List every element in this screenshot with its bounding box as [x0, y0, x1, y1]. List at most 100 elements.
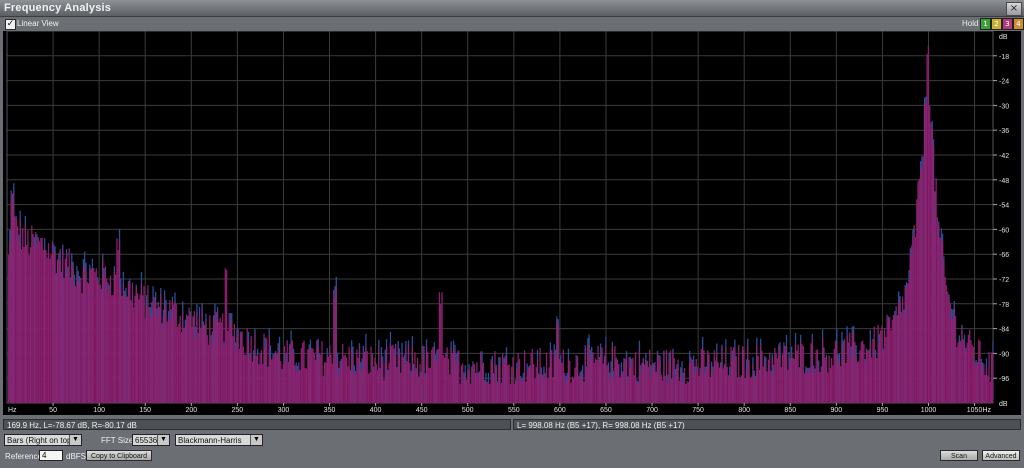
- bar-left: [481, 362, 483, 403]
- bar-left: [873, 326, 875, 403]
- bar-left: [330, 354, 332, 403]
- bar-left: [27, 230, 29, 403]
- fft-size-select[interactable]: 65536 ▼: [132, 434, 170, 446]
- bar-left: [276, 352, 278, 403]
- bar-left: [413, 370, 415, 403]
- bar-left: [64, 258, 66, 403]
- bar-left: [638, 349, 641, 403]
- chevron-down-icon[interactable]: ▼: [69, 435, 81, 445]
- bar-left: [464, 373, 466, 403]
- bar-left: [304, 367, 306, 403]
- bar-left: [867, 350, 869, 403]
- bar-left: [890, 330, 892, 403]
- bar-left: [694, 373, 696, 403]
- spectrum-chart[interactable]: dB -18 -24 -30 -36 -42 -48 -54 -60 -66 -72 -78 -84 -9…: [3, 31, 1021, 415]
- x-tick-label: 450: [416, 407, 428, 414]
- bar-left: [576, 358, 579, 403]
- bar-left: [477, 372, 479, 403]
- bar-left: [193, 311, 195, 403]
- bar-left: [954, 316, 957, 403]
- bar-left: [418, 376, 420, 403]
- advanced-button[interactable]: Advanced: [982, 450, 1020, 461]
- bar-left: [758, 369, 761, 403]
- bar-left: [278, 345, 281, 403]
- bar-left: [716, 352, 718, 403]
- bar-left: [975, 366, 977, 403]
- bar-left: [534, 379, 536, 403]
- bar-left: [299, 369, 301, 403]
- bar-left: [561, 362, 563, 403]
- bar-left: [458, 350, 460, 403]
- bar-left: [793, 358, 795, 403]
- bar-left: [778, 344, 780, 403]
- bar-left: [738, 344, 740, 403]
- bar-left: [552, 377, 554, 403]
- reference-input[interactable]: 4: [39, 450, 63, 461]
- bar-left: [151, 313, 153, 403]
- copy-to-clipboard-button[interactable]: Copy to Clipboard: [86, 450, 152, 461]
- window-function-select[interactable]: Blackmann-Harris ▼: [175, 434, 263, 446]
- bar-left: [535, 366, 537, 403]
- y-tick-label: -48: [999, 178, 1009, 185]
- bar-left: [796, 350, 798, 403]
- bar-left: [650, 376, 652, 403]
- bar-left: [633, 375, 635, 403]
- bar-left: [658, 355, 660, 403]
- bar-left: [652, 370, 655, 403]
- linear-view-checkbox[interactable]: ✓: [5, 19, 16, 30]
- bar-left: [46, 257, 48, 403]
- bar-left: [249, 358, 251, 403]
- bar-left: [232, 335, 234, 403]
- bar-left: [547, 377, 549, 403]
- close-icon[interactable]: ×: [1006, 2, 1022, 16]
- bar-left: [149, 317, 152, 403]
- bar-left: [885, 336, 887, 403]
- chevron-down-icon[interactable]: ▼: [157, 435, 169, 445]
- bar-left: [478, 373, 481, 403]
- scan-button[interactable]: Scan: [940, 450, 978, 461]
- bar-left: [224, 268, 226, 403]
- bar-left: [255, 355, 257, 403]
- bar-left: [717, 362, 719, 403]
- bar-left: [700, 349, 702, 403]
- hold-button-1[interactable]: 1: [980, 18, 991, 30]
- bar-left: [627, 379, 629, 403]
- hold-button-2[interactable]: 2: [991, 18, 1002, 30]
- bar-left: [201, 307, 203, 403]
- bar-left: [325, 362, 327, 403]
- hold-button-4[interactable]: 4: [1013, 18, 1024, 30]
- bar-left: [818, 371, 820, 403]
- bar-left: [571, 376, 573, 403]
- bar-left: [584, 348, 586, 403]
- bar-left: [841, 342, 843, 403]
- y-tick-label: -54: [999, 203, 1009, 210]
- bar-left: [383, 379, 385, 403]
- bar-left: [526, 373, 528, 403]
- bar-left: [182, 311, 184, 403]
- bar-left: [171, 301, 174, 403]
- bar-left: [950, 317, 953, 403]
- chevron-down-icon[interactable]: ▼: [250, 435, 262, 445]
- bar-left: [47, 243, 50, 403]
- bar-left: [842, 350, 844, 403]
- window-titlebar: Frequency Analysis ×: [0, 0, 1024, 17]
- bar-left: [579, 372, 581, 403]
- hold-button-3[interactable]: 3: [1002, 18, 1013, 30]
- display-mode-select[interactable]: Bars (Right on top) ▼: [4, 434, 82, 446]
- bar-left: [370, 346, 372, 403]
- bar-left: [683, 368, 686, 403]
- bar-left: [7, 255, 10, 403]
- bar-left: [391, 345, 393, 403]
- bar-left: [712, 372, 714, 403]
- spectrum-plot[interactable]: dB -18 -24 -30 -36 -42 -48 -54 -60 -66 -72 -78 -84 -9…: [3, 31, 1021, 415]
- bar-left: [277, 352, 279, 403]
- bar-left: [629, 367, 632, 403]
- bar-left: [361, 368, 363, 403]
- bar-left: [215, 320, 217, 403]
- bar-left: [521, 377, 523, 403]
- bar-left: [280, 361, 282, 403]
- bar-left: [620, 373, 623, 403]
- bar-left: [553, 355, 555, 403]
- bar-left: [766, 371, 768, 403]
- bar-left: [307, 349, 309, 403]
